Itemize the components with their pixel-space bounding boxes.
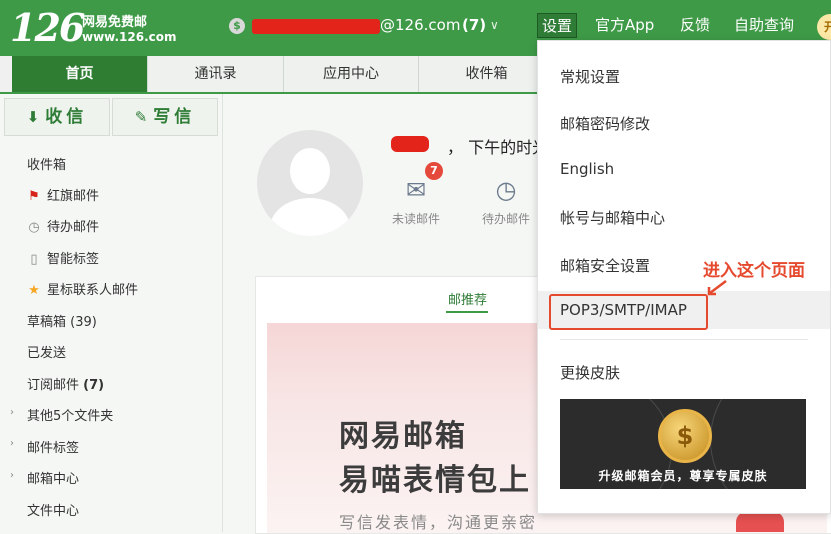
tab-underline bbox=[446, 311, 488, 313]
coin-icon: $ bbox=[658, 409, 712, 463]
skin-promo-caption: 升级邮箱会员，尊享专属皮肤 bbox=[598, 469, 768, 483]
annotation-highlight-box bbox=[549, 294, 708, 330]
flag-icon: ⚑ bbox=[28, 189, 40, 204]
menu-security-settings[interactable]: 邮箱安全设置 bbox=[560, 255, 650, 276]
skin-promo-banner[interactable]: $ 升级邮箱会员，尊享专属皮肤 bbox=[560, 399, 806, 489]
star-icon: ★ bbox=[28, 283, 40, 298]
nav-official-app[interactable]: 官方App bbox=[595, 14, 654, 35]
nav-self-service[interactable]: 自助查询 bbox=[734, 14, 794, 35]
chevron-down-icon[interactable]: ∨ bbox=[490, 18, 499, 32]
folder-todo[interactable]: ◷ 待办邮件 bbox=[27, 216, 99, 235]
download-icon: ⬇ bbox=[26, 108, 40, 126]
tab-recommend[interactable]: 邮推荐 bbox=[448, 289, 487, 308]
banner-subtitle: 写信发表情，沟通更亲密 bbox=[339, 513, 538, 532]
folder-other-folders[interactable]: 其他5个文件夹 bbox=[27, 405, 113, 424]
folder-label: 智能标签 bbox=[47, 252, 100, 267]
folder-drafts[interactable]: 草稿箱 (39) bbox=[27, 311, 97, 330]
sidebar: ⬇ 收信 ✎ 写信 收件箱 ⚑ 红旗邮件 ◷ 待办邮件 ▯ 智能标签 ★ 星标联系人邮件 草… bbox=[0, 94, 223, 532]
folder-label: 待办邮件 bbox=[47, 220, 100, 235]
user-avatar[interactable]: 开 bbox=[817, 14, 831, 40]
profile-avatar[interactable] bbox=[257, 130, 363, 236]
menu-change-skin[interactable]: 更换皮肤 bbox=[560, 362, 620, 383]
folder-flagged[interactable]: ⚑ 红旗邮件 bbox=[27, 185, 99, 204]
greeting-text: ， 下午的时光 bbox=[447, 138, 549, 157]
coin-icon: $ bbox=[229, 18, 245, 34]
todo-mail-stat[interactable]: ◷ 待办邮件 bbox=[471, 176, 541, 227]
nav-settings[interactable]: 设置 bbox=[537, 13, 578, 38]
envelope-icon: ✉ bbox=[405, 176, 427, 204]
unread-badge: 7 bbox=[425, 162, 443, 180]
folder-count: (7) bbox=[83, 378, 105, 393]
annotation-arrow-icon bbox=[707, 280, 727, 296]
folder-label: 红旗邮件 bbox=[47, 189, 100, 204]
folder-subscriptions[interactable]: 订阅邮件 (7) bbox=[27, 374, 104, 393]
account-unread-count: (7) bbox=[462, 16, 487, 34]
banner-title-1: 网易邮箱 bbox=[339, 419, 467, 454]
annotation-text: 进入这个页面 bbox=[703, 261, 805, 281]
receive-button[interactable]: ⬇ 收信 bbox=[4, 98, 110, 136]
avatar-head-shape bbox=[290, 148, 330, 194]
clock-icon: ◷ bbox=[28, 220, 40, 235]
chevron-right-icon[interactable]: › bbox=[10, 470, 14, 481]
tab-inbox[interactable]: 收件箱 bbox=[419, 56, 555, 92]
folder-smart-tags[interactable]: ▯ 智能标签 bbox=[27, 248, 99, 267]
folder-inbox[interactable]: 收件箱 bbox=[27, 154, 66, 173]
chevron-right-icon[interactable]: › bbox=[10, 407, 14, 418]
folder-file-center[interactable]: 文件中心 bbox=[27, 500, 79, 519]
avatar-body-shape bbox=[270, 198, 350, 236]
compose-button[interactable]: ✎ 写信 bbox=[112, 98, 218, 136]
user-name-redacted bbox=[391, 136, 429, 152]
folder-mail-center[interactable]: 邮箱中心 bbox=[27, 468, 79, 487]
folder-sent[interactable]: 已发送 bbox=[27, 342, 66, 361]
tab-home[interactable]: 首页 bbox=[12, 56, 148, 92]
tab-app-center[interactable]: 应用中心 bbox=[284, 56, 419, 92]
menu-divider bbox=[560, 339, 808, 340]
folder-label: 订阅邮件 bbox=[27, 378, 80, 393]
menu-change-password[interactable]: 邮箱密码修改 bbox=[560, 113, 650, 134]
todo-label: 待办邮件 bbox=[481, 212, 530, 226]
banner-title-2: 易喵表情包上 bbox=[339, 463, 531, 498]
tab-contacts[interactable]: 通讯录 bbox=[148, 56, 284, 92]
unread-label: 未读邮件 bbox=[391, 212, 440, 226]
unread-mail-stat[interactable]: ✉ 未读邮件 bbox=[381, 176, 451, 227]
menu-english[interactable]: English bbox=[560, 160, 614, 178]
menu-account-center[interactable]: 帐号与邮箱中心 bbox=[560, 207, 665, 228]
account-domain[interactable]: @126.com bbox=[380, 16, 460, 34]
nav-feedback[interactable]: 反馈 bbox=[680, 14, 710, 35]
folder-label: 星标联系人邮件 bbox=[47, 283, 139, 298]
logo-number[interactable]: 126 bbox=[10, 5, 85, 50]
receive-label: 收信 bbox=[45, 107, 88, 127]
logo-url: www.126.com bbox=[82, 30, 177, 44]
folder-mail-tags[interactable]: 邮件标签 bbox=[27, 437, 79, 456]
menu-general-settings[interactable]: 常规设置 bbox=[560, 66, 620, 87]
pencil-icon: ✎ bbox=[134, 108, 148, 126]
folder-starred-contacts[interactable]: ★ 星标联系人邮件 bbox=[27, 279, 138, 298]
clock-icon: ◷ bbox=[495, 176, 517, 204]
compose-label: 写信 bbox=[153, 107, 196, 127]
decorative-mascot bbox=[736, 512, 784, 532]
bookmark-icon: ▯ bbox=[30, 252, 38, 267]
account-name-redacted bbox=[252, 19, 380, 34]
logo-name: 网易免费邮 bbox=[82, 15, 148, 30]
chevron-right-icon[interactable]: › bbox=[10, 438, 14, 449]
